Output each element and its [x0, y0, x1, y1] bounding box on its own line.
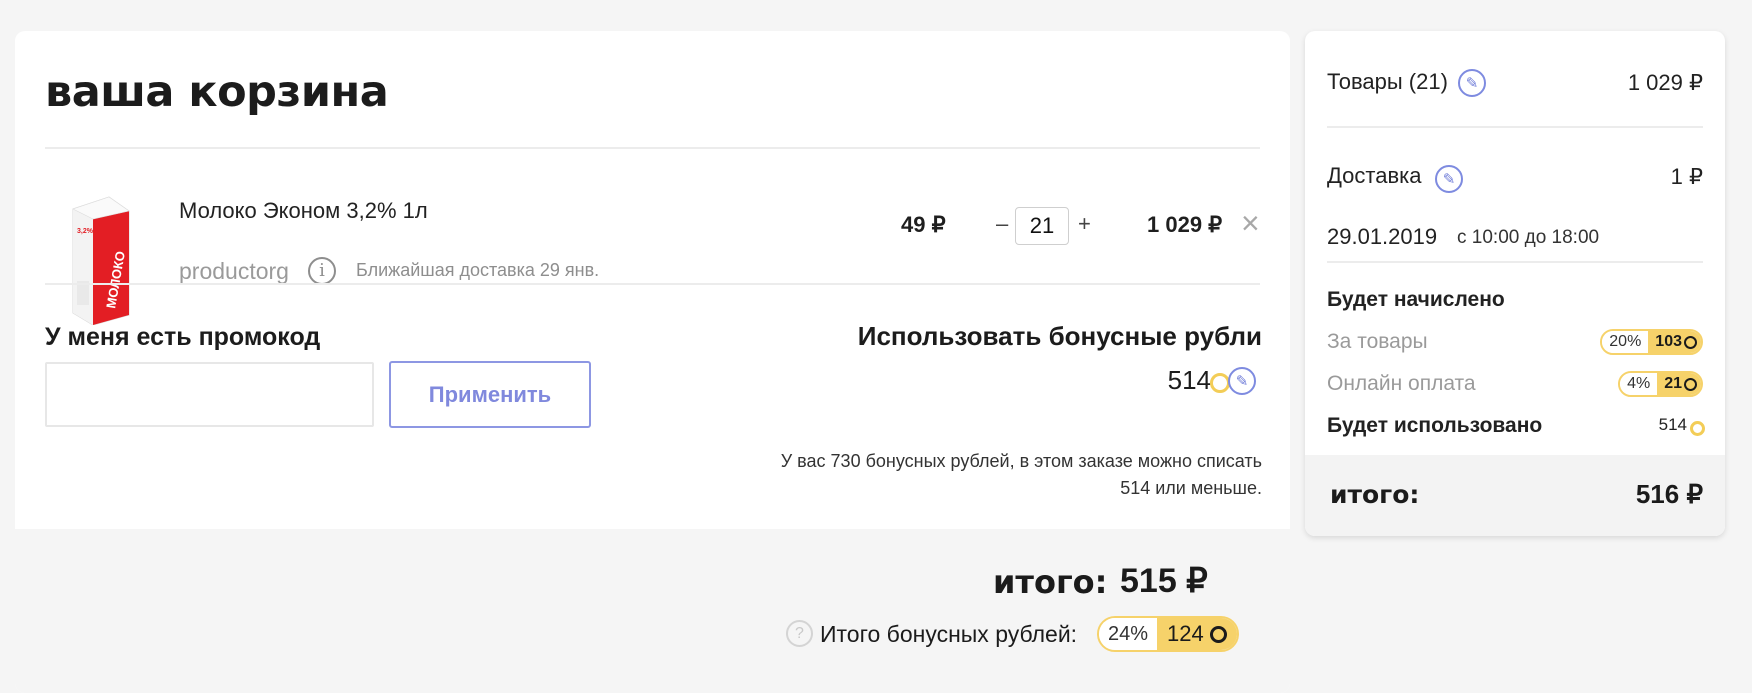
coin-icon [1684, 377, 1697, 391]
unit-price: 49 ₽ [901, 212, 946, 237]
bonus-note: У вас 730 бонусных рублей, в этом заказе… [780, 451, 1262, 498]
bonus-title: Использовать бонусные рубли [857, 321, 1262, 351]
delivery-time: с 10:00 до 18:00 [1457, 227, 1600, 248]
divider [1327, 261, 1703, 263]
bonus-total-value: 124 [1167, 621, 1204, 646]
summary-delivery-label: Доставка [1327, 163, 1422, 188]
quantity-increase-button[interactable]: + [1078, 211, 1091, 237]
online-payment-badge: 4% 21 [1618, 371, 1703, 397]
totals-area [15, 529, 1290, 693]
nearest-delivery: Ближайшая доставка 29 янв. [356, 260, 600, 280]
delivery-date: 29.01.2019 [1327, 224, 1438, 249]
used-label: Будет использовано [1327, 414, 1543, 437]
bonus-total-label: Итого бонусных рублей: [820, 621, 1078, 647]
order-summary: Товары (21) ✎ 1 029 ₽ Доставка ✎ 1 ₽ 29.… [1305, 31, 1725, 536]
summary-total-value: 516 ₽ [1635, 479, 1703, 509]
accrue-title: Будет начислено [1327, 288, 1505, 311]
online-payment-label: Онлайн оплата [1327, 372, 1476, 395]
promo-code-input[interactable] [45, 362, 374, 427]
coin-icon [1210, 373, 1230, 393]
total-label: итого: [993, 563, 1108, 601]
product-image[interactable]: 3,2% МОЛОКО [59, 189, 141, 325]
bonus-amount: 514 [1167, 365, 1211, 395]
promo-label: У меня есть промокод [45, 323, 321, 351]
page-title: ваша корзина [45, 67, 389, 117]
coin-icon [1690, 420, 1705, 438]
divider [45, 283, 1260, 285]
bonus-total-badge: 24% 124 [1097, 616, 1239, 652]
bonus-total-percent: 24% [1099, 618, 1158, 650]
for-goods-badge: 20% 103 [1600, 329, 1703, 355]
question-icon[interactable]: ? [786, 620, 813, 647]
summary-total-label: итого: [1330, 480, 1420, 509]
for-goods-percent: 20% [1602, 331, 1649, 353]
online-payment-value: 21 [1664, 375, 1682, 392]
package-fat: 3,2% [77, 228, 94, 235]
total-value: 515 ₽ [1120, 562, 1208, 600]
edit-icon[interactable]: ✎ [1435, 165, 1463, 193]
quantity-input[interactable] [1015, 207, 1069, 245]
for-goods-label: За товары [1327, 330, 1428, 353]
quantity-decrease-button[interactable]: – [996, 211, 1008, 237]
edit-icon[interactable]: ✎ [1458, 69, 1486, 97]
coin-icon [1684, 335, 1697, 349]
divider [1327, 126, 1703, 128]
online-payment-percent: 4% [1620, 373, 1658, 395]
info-icon[interactable]: i [308, 257, 336, 285]
apply-promo-button[interactable]: Применить [389, 361, 591, 428]
seller-name[interactable]: productorg [179, 258, 289, 285]
close-icon[interactable]: × [1241, 207, 1260, 239]
coin-icon [1209, 625, 1227, 643]
summary-goods-value: 1 029 ₽ [1627, 70, 1703, 95]
used-value: 514 [1658, 415, 1687, 434]
item-total: 1 029 ₽ [1147, 212, 1223, 237]
summary-goods-label: Товары (21) [1327, 69, 1448, 94]
summary-delivery-value: 1 ₽ [1670, 164, 1703, 189]
edit-icon[interactable]: ✎ [1228, 367, 1256, 395]
divider [45, 147, 1260, 149]
product-name[interactable]: Молоко Эконом 3,2% 1л [179, 198, 428, 224]
for-goods-value: 103 [1655, 333, 1682, 350]
